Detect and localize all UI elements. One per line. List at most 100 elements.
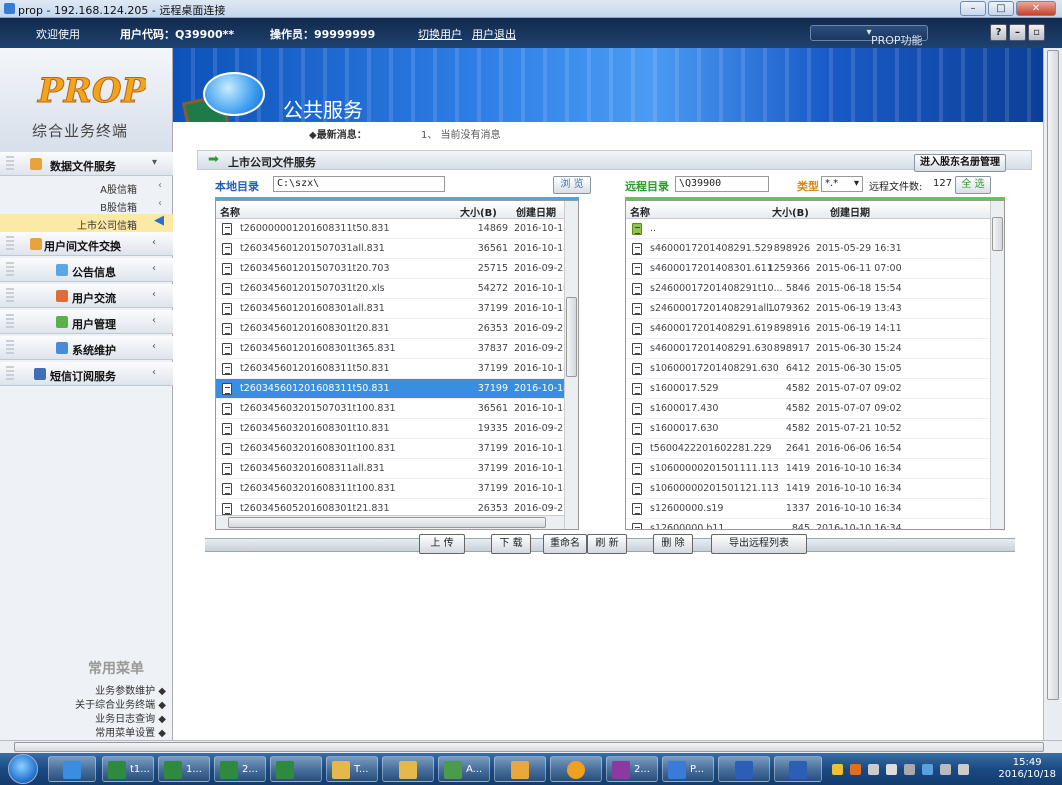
refresh-button[interactable]: 刷 新	[587, 534, 627, 554]
table-row[interactable]: s4600017201408291.529 898926 2015-05-29 16…	[626, 239, 990, 259]
task-folder-1[interactable]: T...	[326, 756, 378, 782]
col-date-header[interactable]: 创建日期	[830, 204, 870, 219]
table-row[interactable]: s10600000201501121.113 1419 2016-10-10 16:…	[626, 479, 990, 499]
table-row[interactable]: t260345601201608311t50.831 37199 2016-10-1…	[216, 359, 566, 379]
sidebar-item-announcements[interactable]: 公告信息 ‹	[0, 258, 173, 282]
table-row[interactable]: s4600017201408301.611 1259366 2015-06-11 0…	[626, 259, 990, 279]
task-winrar[interactable]: 2...	[606, 756, 658, 782]
table-row[interactable]: t260345603201608311t100.831 37199 2016-10-…	[216, 479, 566, 499]
task-word-1[interactable]	[718, 756, 770, 782]
task-word-2[interactable]	[774, 756, 822, 782]
minimize-button[interactable]: –	[960, 1, 986, 16]
table-row[interactable]: t260345601201608301t20.831 26353 2016-09-2…	[216, 319, 566, 339]
local-dir-input[interactable]: C:\szx\	[273, 176, 445, 192]
common-item-menu-settings[interactable]: 常用菜单设置 ◆	[95, 724, 166, 739]
window-titlebar[interactable]: prop - 192.168.124.205 - 远程桌面连接 – □ ✕	[0, 0, 1062, 18]
table-row[interactable]: t260345603201507031t100.831 36561 2016-10-…	[216, 399, 566, 419]
task-app-a[interactable]: A...	[438, 756, 490, 782]
export-remote-list-button[interactable]: 导出远程列表	[711, 534, 807, 554]
table-row[interactable]: s24600017201408291t10... 5846 2015-06-18 1…	[626, 279, 990, 299]
app-restore-button[interactable]: ▫	[1028, 24, 1045, 41]
table-row[interactable]: s10600000201501111.113 1419 2016-10-10 16:…	[626, 459, 990, 479]
col-date-header[interactable]: 创建日期	[516, 204, 556, 219]
window-horizontal-scrollbar[interactable]	[0, 740, 1062, 753]
sidebar-subitem-a-mailbox[interactable]: A股信箱 ‹	[0, 178, 173, 196]
task-excel-4[interactable]	[270, 756, 322, 782]
window-vertical-scrollbar[interactable]	[1043, 48, 1062, 740]
local-file-table[interactable]: 名称 大小(B) 创建日期 t260000001201608311t50.831…	[215, 200, 579, 530]
table-row[interactable]: s12600000.b11 845 2016-10-10 16:34	[626, 519, 990, 529]
table-row[interactable]: s12600000.s19 1337 2016-10-10 16:34	[626, 499, 990, 519]
module-select[interactable]: PROP功能模块 ▾	[810, 25, 928, 61]
shareholder-register-button[interactable]: 进入股东名册管理	[914, 154, 1006, 172]
keyboard-icon[interactable]	[904, 764, 915, 775]
download-button[interactable]: 下 载	[491, 534, 531, 554]
common-item-business-params[interactable]: 业务参数维护 ◆	[95, 682, 166, 697]
sidebar-item-sms-subscription[interactable]: 短信订阅服务 ‹	[0, 362, 173, 386]
sidebar-item-user-management[interactable]: 用户管理 ‹	[0, 310, 173, 334]
table-row[interactable]: s24600017201408291all... 1079362 2015-06-1…	[626, 299, 990, 319]
task-outlook[interactable]	[494, 756, 546, 782]
task-excel-2[interactable]: 1...	[158, 756, 210, 782]
table-row[interactable]: t260345603201608301t10.831 19335 2016-09-2…	[216, 419, 566, 439]
sidebar-item-data-file-service[interactable]: 数据文件服务 ▾	[0, 152, 173, 176]
table-row[interactable]: t260345601201608301t365.831 37837 2016-09-…	[216, 339, 566, 359]
browse-button[interactable]: 浏 览	[553, 176, 591, 194]
mail-icon[interactable]	[832, 764, 843, 775]
table-row[interactable]: t260345601201507031t20.703 25715 2016-09-2…	[216, 259, 566, 279]
rename-button[interactable]: 重命名	[543, 534, 587, 554]
logout-link[interactable]: 用户退出	[472, 26, 516, 42]
col-size-header[interactable]: 大小(B)	[460, 204, 497, 219]
table-row[interactable]: s10600017201408291.630 6412 2015-06-30 15:…	[626, 359, 990, 379]
col-name-header[interactable]: 名称	[630, 204, 650, 219]
table-row[interactable]: s1600017.430 4582 2015-07-07 09:02	[626, 399, 990, 419]
task-excel-1[interactable]: t1...	[102, 756, 154, 782]
remote-file-table[interactable]: 名称 大小(B) 创建日期 .. s4600017201408291.529 898…	[625, 200, 1005, 530]
task-folder-2[interactable]	[382, 756, 434, 782]
table-row[interactable]: t260345603201608311all.831 37199 2016-10-1…	[216, 459, 566, 479]
tool-icon[interactable]	[868, 764, 879, 775]
table-row[interactable]: t260345601201608311t50.831 37199 2016-10-1…	[216, 379, 566, 399]
sidebar-item-system-maintenance[interactable]: 系统维护 ‹	[0, 336, 173, 360]
network-icon[interactable]	[940, 764, 951, 775]
app-minimize-button[interactable]: –	[1009, 24, 1026, 41]
task-app-orange[interactable]	[550, 756, 602, 782]
table-row[interactable]: t260345601201507031all.831 36561 2016-10-1…	[216, 239, 566, 259]
task-excel-3[interactable]: 2...	[214, 756, 266, 782]
local-horizontal-scrollbar[interactable]	[216, 515, 564, 529]
type-select[interactable]: *.* ▾	[821, 176, 863, 192]
maximize-button[interactable]: □	[988, 1, 1014, 16]
table-row[interactable]: t260345603201608301t100.831 37199 2016-10-…	[216, 439, 566, 459]
remote-dir-input[interactable]: \Q39900	[675, 176, 769, 192]
col-name-header[interactable]: 名称	[220, 204, 240, 219]
col-size-header[interactable]: 大小(B)	[772, 204, 809, 219]
common-item-about[interactable]: 关于综合业务终端 ◆	[75, 696, 166, 711]
sidebar-item-user-file-exchange[interactable]: 用户间文件交换 ‹	[0, 232, 173, 256]
input-icon[interactable]	[886, 764, 897, 775]
common-item-log-query[interactable]: 业务日志查询 ◆	[95, 710, 166, 725]
office-icon[interactable]	[850, 764, 861, 775]
local-vertical-scrollbar[interactable]	[564, 201, 578, 529]
table-row[interactable]: s4600017201408291.630 898917 2015-06-30 15…	[626, 339, 990, 359]
task-remote-desktop[interactable]: P...	[662, 756, 714, 782]
table-row[interactable]: t260345601201507031t20.xls 54272 2016-10-1…	[216, 279, 566, 299]
sidebar-subitem-b-mailbox[interactable]: B股信箱 ‹	[0, 196, 173, 214]
table-row[interactable]: t260345601201608301all.831 37199 2016-10-1…	[216, 299, 566, 319]
table-row[interactable]: s1600017.529 4582 2015-07-07 09:02	[626, 379, 990, 399]
table-row[interactable]: t260000001201608311t50.831 14869 2016-10-1…	[216, 219, 566, 239]
security-icon[interactable]	[922, 764, 933, 775]
clock[interactable]: 15:49 2016/10/18	[998, 757, 1056, 781]
close-button[interactable]: ✕	[1016, 1, 1056, 16]
switch-user-link[interactable]: 切换用户	[418, 26, 462, 42]
task-ie[interactable]	[48, 756, 96, 782]
volume-icon[interactable]	[958, 764, 969, 775]
table-row[interactable]: s1600017.630 4582 2015-07-21 10:52	[626, 419, 990, 439]
sidebar-subitem-listed-company-mailbox[interactable]: 上市公司信箱 ◀	[0, 213, 173, 232]
table-row[interactable]: t5600422201602281.229 2641 2016-06-06 16:5…	[626, 439, 990, 459]
delete-button[interactable]: 删 除	[653, 534, 693, 554]
upload-button[interactable]: 上 传	[419, 534, 465, 554]
select-all-button[interactable]: 全 选	[955, 176, 991, 194]
sidebar-item-user-exchange[interactable]: 用户交流 ‹	[0, 284, 173, 308]
start-button[interactable]	[8, 754, 38, 784]
table-row[interactable]: ..	[626, 219, 990, 239]
